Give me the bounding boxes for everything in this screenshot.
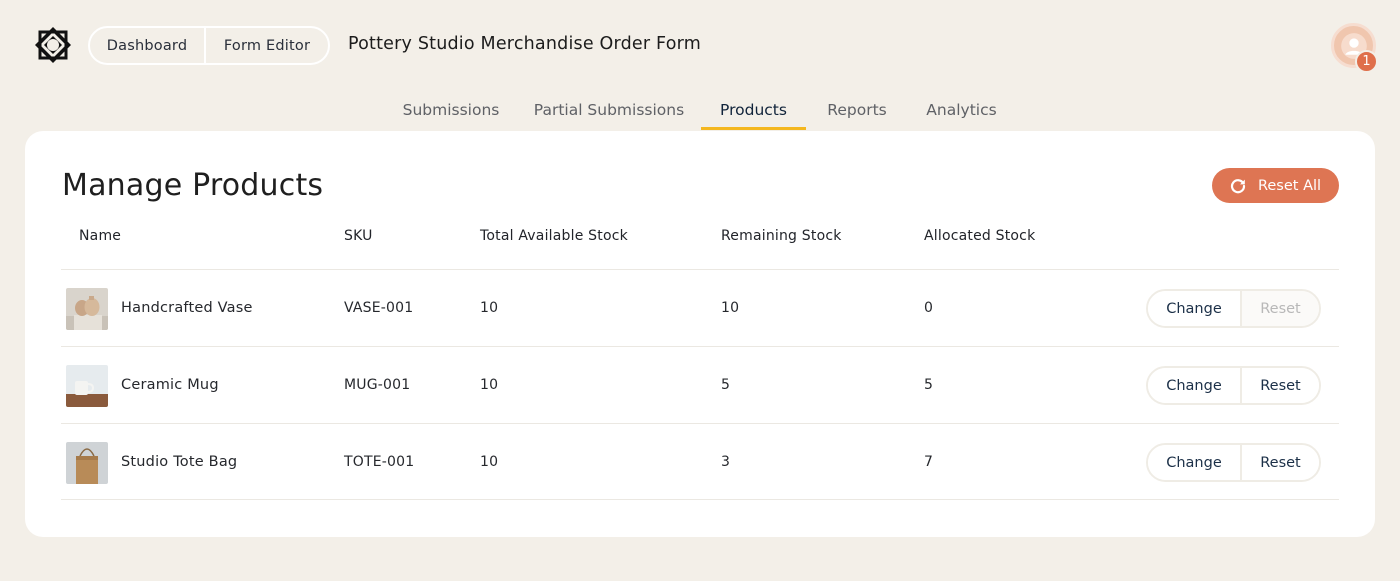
product-thumbnail-vase bbox=[66, 288, 108, 330]
row-actions: Change Reset bbox=[1146, 366, 1321, 405]
form-title: Pottery Studio Merchandise Order Form bbox=[348, 34, 701, 54]
column-header-total-stock: Total Available Stock bbox=[480, 228, 628, 244]
product-name: Handcrafted Vase bbox=[121, 300, 253, 316]
change-button[interactable]: Change bbox=[1148, 291, 1242, 326]
column-header-allocated-stock: Allocated Stock bbox=[924, 228, 1036, 244]
product-sku: MUG-001 bbox=[344, 377, 411, 393]
dashboard-button[interactable]: Dashboard bbox=[90, 28, 206, 63]
top-nav: Dashboard Form Editor bbox=[88, 26, 330, 65]
reset-all-label: Reset All bbox=[1257, 177, 1322, 194]
products-card: Manage Products Reset All Name SKU Total… bbox=[25, 131, 1375, 537]
product-thumbnail-mug bbox=[66, 365, 108, 407]
total-stock: 10 bbox=[480, 454, 499, 470]
remaining-stock: 3 bbox=[721, 454, 731, 470]
brand-logo[interactable] bbox=[34, 26, 72, 64]
product-thumbnail-tote bbox=[66, 442, 108, 484]
table-divider bbox=[61, 499, 1339, 500]
tab-submissions[interactable]: Submissions bbox=[392, 88, 510, 131]
tab-partial-submissions[interactable]: Partial Submissions bbox=[526, 88, 692, 131]
allocated-stock: 5 bbox=[924, 377, 934, 393]
product-name: Ceramic Mug bbox=[121, 377, 219, 393]
page-title: Manage Products bbox=[62, 168, 324, 203]
reset-button[interactable]: Reset bbox=[1242, 368, 1319, 403]
reset-button[interactable]: Reset bbox=[1242, 291, 1319, 326]
tab-analytics[interactable]: Analytics bbox=[914, 88, 1009, 131]
allocated-stock: 7 bbox=[924, 454, 934, 470]
change-button[interactable]: Change bbox=[1148, 368, 1242, 403]
notification-badge: 1 bbox=[1355, 50, 1378, 73]
refresh-icon bbox=[1230, 178, 1246, 193]
form-editor-button[interactable]: Form Editor bbox=[206, 28, 328, 63]
table-row: Handcrafted Vase VASE-001 10 10 0 Change… bbox=[25, 270, 1375, 346]
product-name: Studio Tote Bag bbox=[121, 454, 238, 470]
column-header-name: Name bbox=[79, 228, 122, 244]
total-stock: 10 bbox=[480, 377, 499, 393]
table-row: Studio Tote Bag TOTE-001 10 3 7 Change R… bbox=[25, 424, 1375, 500]
change-button[interactable]: Change bbox=[1148, 445, 1242, 480]
tab-products[interactable]: Products bbox=[701, 88, 806, 131]
table-row: Ceramic Mug MUG-001 10 5 5 Change Reset bbox=[25, 347, 1375, 423]
reset-all-button[interactable]: Reset All bbox=[1212, 168, 1339, 203]
total-stock: 10 bbox=[480, 300, 499, 316]
tab-bar: Submissions Partial Submissions Products… bbox=[0, 88, 1400, 132]
active-tab-indicator bbox=[701, 127, 806, 130]
column-header-remaining-stock: Remaining Stock bbox=[721, 228, 842, 244]
tab-reports[interactable]: Reports bbox=[816, 88, 898, 131]
product-sku: TOTE-001 bbox=[344, 454, 415, 470]
row-actions: Change Reset bbox=[1146, 289, 1321, 328]
product-sku: VASE-001 bbox=[344, 300, 414, 316]
reset-button[interactable]: Reset bbox=[1242, 445, 1319, 480]
allocated-stock: 0 bbox=[924, 300, 934, 316]
column-header-sku: SKU bbox=[344, 228, 373, 244]
remaining-stock: 10 bbox=[721, 300, 740, 316]
row-actions: Change Reset bbox=[1146, 443, 1321, 482]
remaining-stock: 5 bbox=[721, 377, 731, 393]
